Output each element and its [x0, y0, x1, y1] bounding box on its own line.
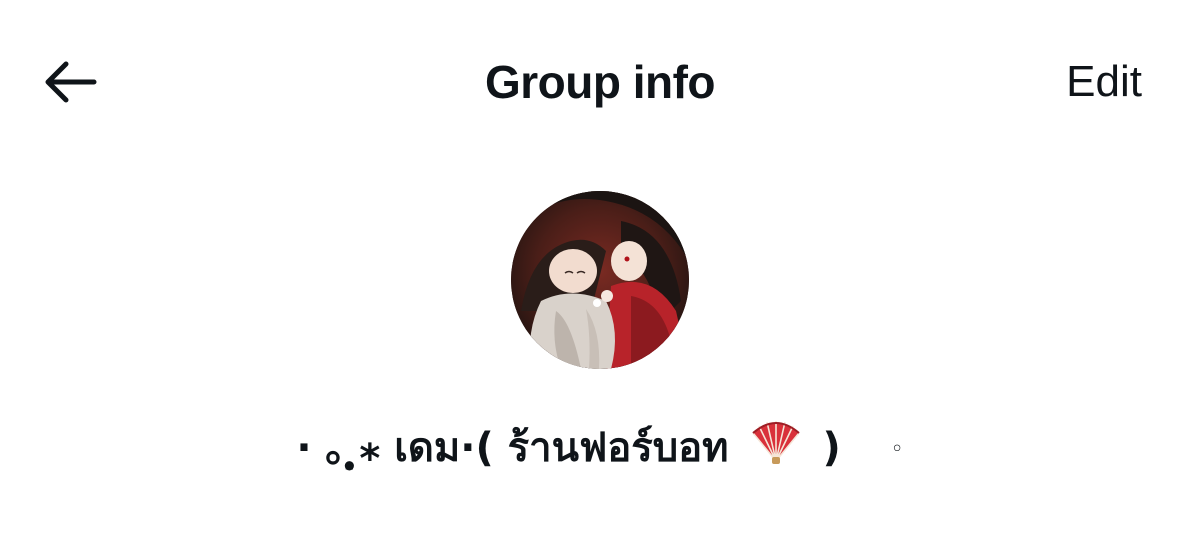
group-name-text: · ｡ ̣̣̥⁎ เดม·( ร้านฟอร์บอท [296, 425, 729, 471]
group-name-suffix: ) [822, 425, 841, 471]
avatar-image [511, 191, 689, 369]
group-name-tail: ◦ [890, 437, 904, 462]
folding-fan-icon [751, 419, 801, 482]
group-avatar[interactable] [511, 191, 689, 369]
page-title: Group info [484, 56, 716, 108]
edit-button[interactable]: Edit [1066, 52, 1142, 112]
group-name: · ｡ ̣̣̥⁎ เดม·( ร้านฟอร์บอท ) ◦ [0, 418, 1200, 482]
header-bar: Group info Edit [0, 0, 1200, 165]
